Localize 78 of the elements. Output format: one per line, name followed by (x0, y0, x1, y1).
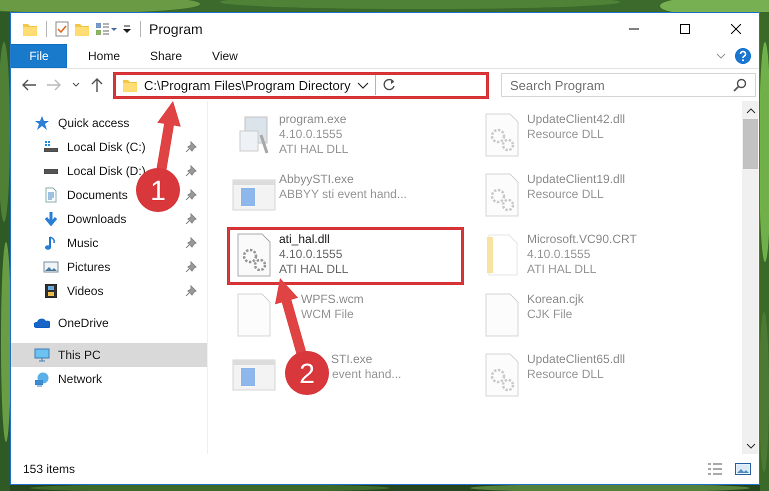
file-detail: ATI HAL DLL (527, 262, 598, 277)
address-field[interactable]: C:\Program Files\Program Directory (113, 72, 489, 98)
pin-icon[interactable] (183, 237, 199, 249)
step-number-badge: 2 (285, 351, 329, 395)
star-icon (34, 115, 50, 131)
refresh-icon[interactable] (382, 78, 396, 92)
file-detail: ATI HAL DLL (279, 262, 348, 277)
drive-icon (43, 168, 59, 174)
maximize-icon (680, 24, 690, 34)
sidebar-item[interactable]: OneDrive (58, 316, 109, 330)
checklist-icon[interactable] (55, 20, 69, 36)
sidebar-item[interactable]: Network (58, 372, 102, 386)
pin-icon[interactable] (183, 285, 199, 297)
blank-file-icon (237, 293, 271, 337)
settings-file-icon (485, 353, 519, 397)
file-name[interactable]: ati_hal.dll (279, 231, 348, 247)
window-file-icon (232, 359, 276, 391)
settings-file-icon (485, 173, 519, 217)
file-detail: CJK File (527, 307, 574, 322)
settings-file-icon (237, 233, 271, 277)
cloud-icon (34, 318, 50, 328)
file-detail: WCM File (301, 307, 355, 322)
back-arrow-icon[interactable] (21, 78, 37, 92)
network-icon (34, 371, 50, 387)
file-detail: 4.10.0.1555 (279, 127, 344, 142)
file-detail: event hand... (332, 367, 402, 382)
pin-icon[interactable] (183, 261, 199, 273)
customize-caret-icon[interactable] (122, 22, 132, 34)
pin-icon[interactable] (183, 165, 199, 177)
ribbon-tab[interactable]: Home (73, 44, 136, 68)
file-detail: Resource DLL (527, 127, 605, 142)
folder-document-icon (486, 234, 518, 276)
file-detail: 4.10.0.1555 (527, 247, 592, 262)
download-arrow-icon (43, 211, 59, 227)
help-icon[interactable] (735, 48, 751, 64)
scroll-up-icon[interactable] (746, 107, 756, 115)
item-count: 153 items (23, 462, 76, 476)
ribbon-tab[interactable]: View (197, 44, 253, 68)
document-icon (43, 187, 59, 203)
computer-icon (34, 347, 50, 363)
window-file-icon (232, 179, 276, 211)
details-view-icon[interactable] (707, 462, 723, 476)
search-icon[interactable] (733, 78, 747, 92)
pin-icon[interactable] (183, 141, 199, 153)
sidebar-item[interactable]: Documents (67, 188, 128, 202)
file-detail: ATI HAL DLL (279, 142, 348, 157)
sidebar-item[interactable]: Videos (67, 284, 104, 298)
ribbon-tab[interactable]: Share (135, 44, 198, 68)
pin-icon[interactable] (183, 189, 199, 201)
application-icon (239, 116, 269, 154)
drive-icon (43, 141, 59, 153)
folder-icon (122, 77, 138, 93)
file-detail: Resource DLL (527, 367, 605, 382)
scrollbar-thumb[interactable] (743, 119, 758, 169)
film-strip-icon (43, 283, 59, 299)
scroll-down-icon[interactable] (746, 442, 756, 450)
file-detail: Resource DLL (527, 187, 605, 202)
address-path: C:\Program Files\Program Directory (144, 78, 351, 92)
sidebar-item[interactable]: Pictures (67, 260, 110, 274)
settings-file-icon (485, 113, 519, 157)
landscape-image-icon (43, 261, 59, 273)
dropdown-caret-icon[interactable] (356, 80, 369, 90)
sidebar-item[interactable]: Music (67, 236, 98, 250)
sidebar-item[interactable]: This PC (58, 348, 101, 362)
sidebar-item[interactable]: Quick access (58, 116, 130, 130)
up-arrow-icon[interactable] (90, 77, 104, 93)
search-field[interactable]: Search Program (501, 73, 756, 97)
properties-icon[interactable] (95, 20, 117, 36)
sidebar-item[interactable]: Local Disk (C:) (67, 140, 146, 154)
tiles-view-icon[interactable] (735, 462, 751, 476)
file-detail: ABBYY sti event hand... (279, 187, 407, 202)
ribbon-tab[interactable]: File (11, 44, 67, 68)
window-title: Program (149, 20, 203, 36)
close-icon (731, 24, 741, 34)
file-detail: 4.10.0.1555 (279, 247, 344, 262)
sidebar-item[interactable]: Downloads (67, 212, 126, 226)
blank-file-icon (485, 293, 519, 337)
pin-icon[interactable] (183, 213, 199, 225)
